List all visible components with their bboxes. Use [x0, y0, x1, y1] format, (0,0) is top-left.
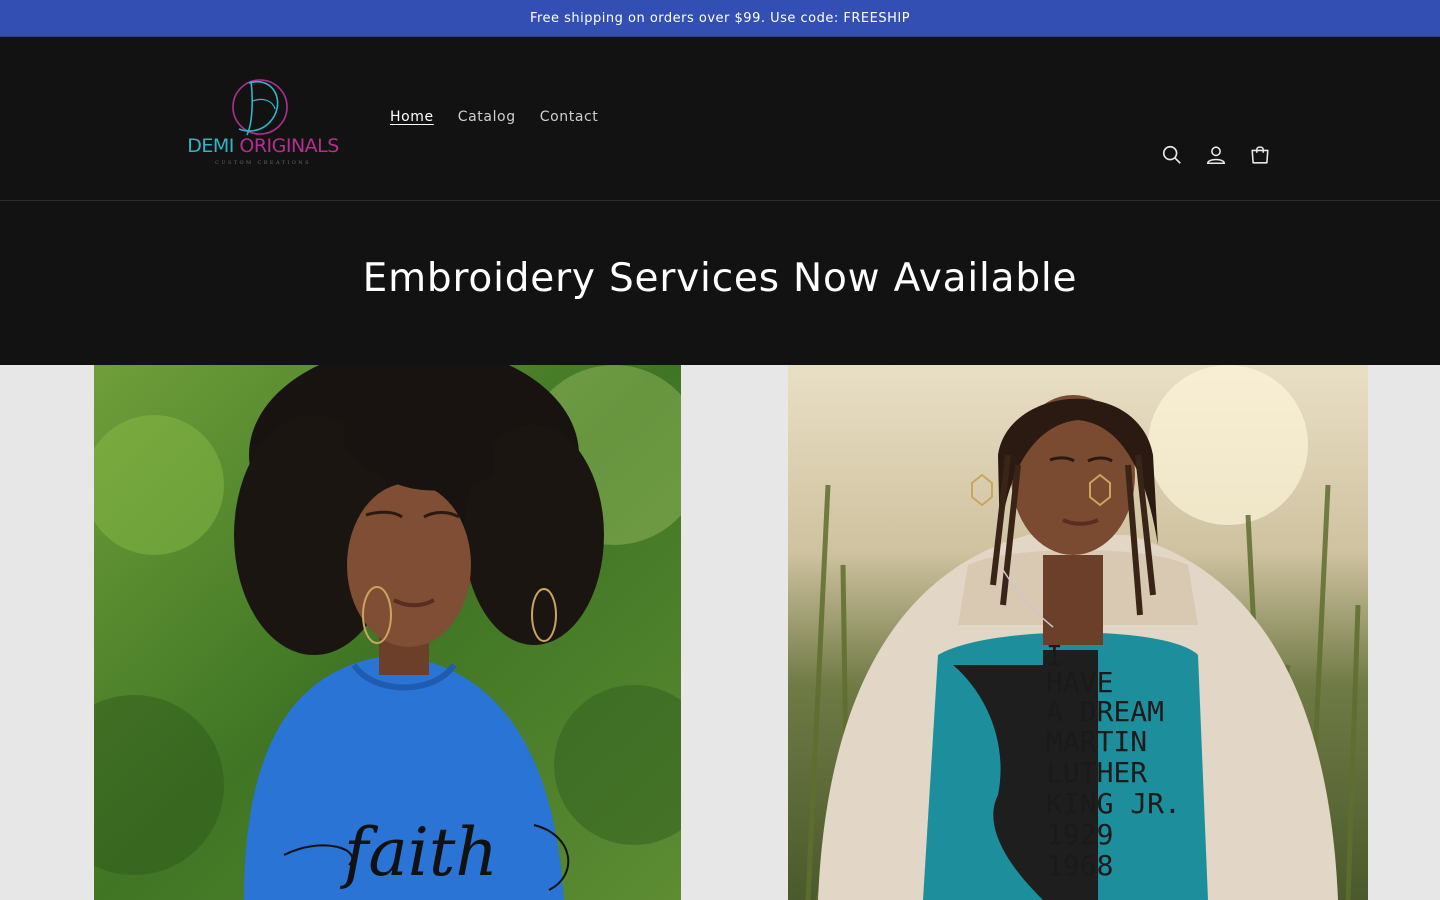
photo-left-image: faith	[94, 365, 681, 900]
svg-text:A DREAM: A DREAM	[1046, 695, 1164, 728]
cart-button[interactable]	[1238, 133, 1282, 177]
nav-catalog[interactable]: Catalog	[446, 105, 528, 129]
announcement-text: Free shipping on orders over $99. Use co…	[529, 10, 911, 26]
shirt-text-faith: faith	[339, 814, 498, 891]
photo-woman-blue-shirt[interactable]: faith	[94, 365, 681, 900]
announcement-bar: Free shipping on orders over $99. Use co…	[0, 0, 1440, 37]
site-logo[interactable]: DEMI ORIGINALS CUSTOM CREATIONS	[183, 67, 343, 177]
image-gallery: faith I HAVE A DREAM MARTIN LUTHER KING …	[0, 365, 1440, 900]
search-button[interactable]	[1150, 133, 1194, 177]
photo-right-image: I HAVE A DREAM MARTIN LUTHER KING JR. 19…	[788, 365, 1368, 900]
svg-text:1929: 1929	[1046, 818, 1113, 851]
cart-icon	[1251, 146, 1269, 164]
svg-text:MARTIN: MARTIN	[1046, 725, 1147, 758]
hero-banner: Embroidery Services Now Available	[0, 201, 1440, 365]
svg-text:1968: 1968	[1046, 849, 1113, 882]
account-icon	[1206, 146, 1226, 165]
logo-tagline: CUSTOM CREATIONS	[215, 160, 311, 166]
nav-contact[interactable]: Contact	[528, 105, 611, 129]
svg-text:KING JR.: KING JR.	[1046, 787, 1181, 820]
main-nav: Home Catalog Contact	[378, 105, 610, 129]
logo-wordmark: DEMI ORIGINALS	[187, 135, 339, 157]
search-icon	[1162, 145, 1181, 164]
account-button[interactable]	[1194, 133, 1238, 177]
header-icons	[1150, 133, 1282, 177]
nav-home[interactable]: Home	[378, 105, 446, 129]
banner-title: Embroidery Services Now Available	[362, 255, 1078, 301]
photo-woman-mlk-shirt[interactable]: I HAVE A DREAM MARTIN LUTHER KING JR. 19…	[788, 365, 1368, 900]
site-header: DEMI ORIGINALS CUSTOM CREATIONS Home Cat…	[0, 37, 1440, 201]
svg-text:LUTHER: LUTHER	[1046, 756, 1147, 789]
